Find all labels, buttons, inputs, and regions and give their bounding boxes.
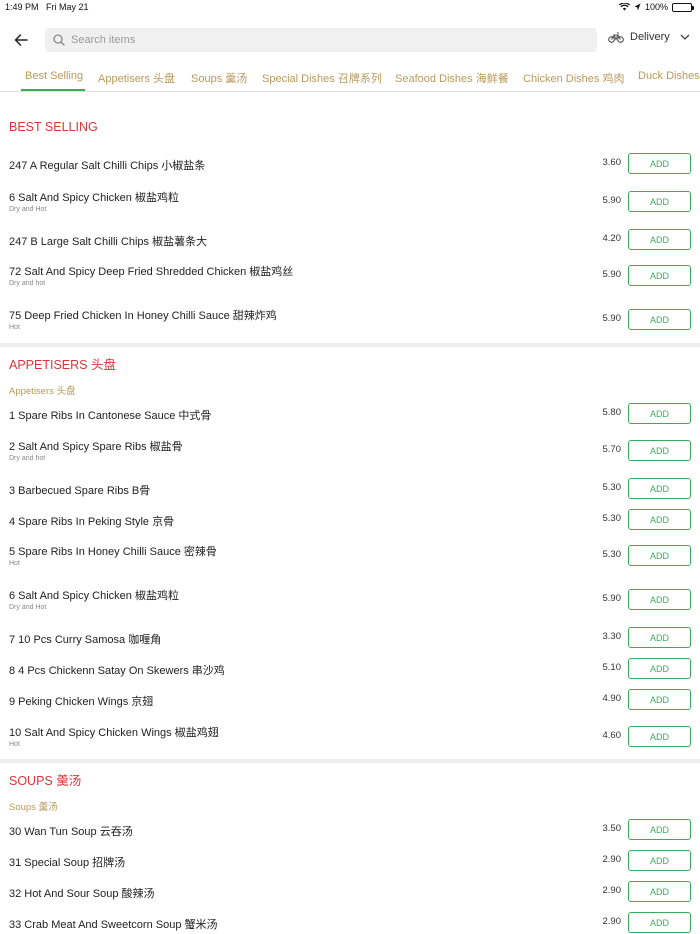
item-name: 3 Barbecued Spare Ribs B骨 [9,485,151,497]
item-name: 30 Wan Tun Soup 云吞汤 [9,826,133,838]
item-name: 32 Hot And Sour Soup 酸辣汤 [9,888,155,900]
item-name: 6 Salt And Spicy Chicken 椒盐鸡粒 [9,590,179,602]
item-name: 9 Peking Chicken Wings 京翅 [9,696,154,708]
search-bar[interactable] [45,28,597,52]
add-button[interactable]: ADD [628,153,691,174]
item-price: 5.90 [602,593,622,604]
item-price: 4.60 [602,730,622,741]
back-button[interactable] [10,29,32,51]
add-button[interactable]: ADD [628,229,691,250]
item-price: 5.30 [602,549,622,560]
add-button[interactable]: ADD [628,726,691,747]
item-name: 72 Salt And Spicy Deep Fried Shredded Ch… [9,266,294,278]
battery-percent: 100% [644,2,668,12]
add-button[interactable]: ADD [628,589,691,610]
item-name: 247 A Regular Salt Chilli Chips 小椒盐条 [9,160,206,172]
status-clock: 1:49 PM [5,2,39,12]
add-button[interactable]: ADD [628,819,691,840]
tab-seafood-dishes[interactable]: Seafood Dishes 海鲜餐 [395,70,509,86]
item-description: Dry and Hot [9,206,47,213]
add-button[interactable]: ADD [628,509,691,530]
add-button[interactable]: ADD [628,545,691,566]
item-price: 2.90 [602,885,622,896]
item-description: Hot [9,324,20,331]
item-name: 2 Salt And Spicy Spare Ribs 椒盐骨 [9,441,183,453]
item-name: 10 Salt And Spicy Chicken Wings 椒盐鸡翅 [9,727,219,739]
section-divider [0,759,700,763]
item-price: 2.90 [602,854,622,865]
item-description: Hot [9,560,20,567]
add-button[interactable]: ADD [628,850,691,871]
item-name: 4 Spare Ribs In Peking Style 京骨 [9,516,175,528]
add-button[interactable]: ADD [628,658,691,679]
location-arrow-icon [634,3,641,11]
search-icon [53,34,65,46]
tab-special-dishes[interactable]: Special Dishes 召牌系列 [262,70,382,86]
active-tab-indicator [21,89,85,91]
item-name: 33 Crab Meat And Sweetcorn Soup 蟹米汤 [9,919,218,931]
status-date: Fri May 21 [46,2,89,12]
item-price: 5.30 [602,513,622,524]
bike-icon [608,32,624,43]
category-tabs: Best Selling Appetisers 头盘 Soups 羹汤 Spec… [0,66,700,92]
item-name: 31 Special Soup 招牌汤 [9,857,126,869]
status-time: 1:49 PM Fri May 21 [5,2,89,12]
battery-icon [672,2,694,12]
item-price: 2.90 [602,916,622,927]
wifi-icon [618,3,630,11]
section-divider [0,343,700,347]
item-price: 5.90 [602,195,622,206]
status-bar: 1:49 PM Fri May 21 100% [0,0,700,14]
item-name: 247 B Large Salt Chilli Chips 椒盐薯条大 [9,236,208,248]
section-title: BEST SELLING [9,120,98,134]
item-name: 8 4 Pcs Chickenn Satay On Skewers 串沙鸡 [9,665,225,677]
item-description: Dry and Hot [9,604,47,611]
item-price: 5.80 [602,407,622,418]
add-button[interactable]: ADD [628,912,691,933]
tab-soups[interactable]: Soups 羹汤 [191,70,247,86]
tab-chicken-dishes[interactable]: Chicken Dishes 鸡肉 [523,70,624,86]
add-button[interactable]: ADD [628,689,691,710]
item-price: 5.70 [602,444,622,455]
item-name: 6 Salt And Spicy Chicken 椒盐鸡粒 [9,192,179,204]
item-price: 3.60 [602,157,622,168]
item-description: Hot [9,741,20,748]
item-price: 5.90 [602,313,622,324]
add-button[interactable]: ADD [628,309,691,330]
section-title: SOUPS 羹汤 [9,774,82,788]
back-arrow-icon [14,34,28,46]
section-subtitle: Soups 羹汤 [9,802,58,813]
status-right: 100% [618,2,694,12]
item-price: 5.30 [602,482,622,493]
item-name: 7 10 Pcs Curry Samosa 咖喱角 [9,634,162,646]
tab-appetisers[interactable]: Appetisers 头盘 [98,70,175,86]
section-title: APPETISERS 头盘 [9,358,116,372]
add-button[interactable]: ADD [628,478,691,499]
item-name: 1 Spare Ribs In Cantonese Sauce 中式骨 [9,410,212,422]
add-button[interactable]: ADD [628,440,691,461]
section-subtitle: Appetisers 头盘 [9,386,76,397]
add-button[interactable]: ADD [628,627,691,648]
search-input[interactable] [71,34,571,46]
add-button[interactable]: ADD [628,265,691,286]
item-price: 5.10 [602,662,622,673]
chevron-down-icon [680,34,690,40]
item-price: 4.20 [602,233,622,244]
delivery-selector[interactable]: Delivery [608,31,690,43]
item-name: 75 Deep Fried Chicken In Honey Chilli Sa… [9,310,277,322]
add-button[interactable]: ADD [628,191,691,212]
header: Delivery [0,14,700,66]
item-description: Dry and hot [9,280,46,287]
item-price: 3.50 [602,823,622,834]
tab-duck-dishes[interactable]: Duck Dishes [638,70,700,82]
item-description: Dry and hot [9,455,46,462]
delivery-label: Delivery [630,31,670,43]
add-button[interactable]: ADD [628,881,691,902]
item-name: 5 Spare Ribs In Honey Chilli Sauce 密辣骨 [9,546,217,558]
tab-best-selling[interactable]: Best Selling [25,70,83,82]
item-price: 3.30 [602,631,622,642]
item-price: 4.90 [602,693,622,704]
add-button[interactable]: ADD [628,403,691,424]
item-price: 5.90 [602,269,622,280]
